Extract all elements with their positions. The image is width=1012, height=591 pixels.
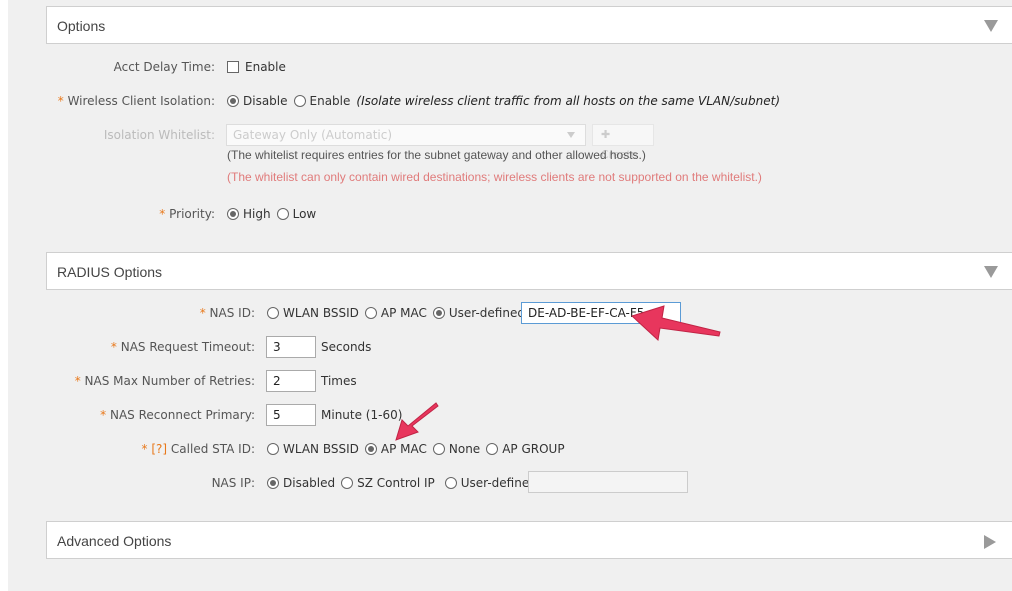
radio-selected-icon[interactable] (227, 208, 239, 220)
nas-retries-label: * NAS Max Number of Retries: (75, 374, 255, 388)
radio-icon[interactable] (293, 95, 306, 107)
client-isolation-hint: (Isolate wireless client traffic from al… (356, 94, 781, 108)
priority-field: High Low (227, 204, 322, 224)
nas-ip-options: Disabled SZ Control IP User-defined: (267, 473, 547, 493)
isolation-whitelist-label: Isolation Whitelist: (103, 128, 215, 142)
isolation-whitelist-select[interactable]: Gateway Only (Automatic) (226, 124, 586, 146)
required-marker: * (100, 408, 107, 422)
required-marker: * (141, 442, 148, 456)
radio-selected-icon[interactable] (364, 443, 377, 455)
client-isolation-label-text: Wireless Client Isolation: (67, 94, 215, 108)
nas-id-options: WLAN BSSID AP MAC User-defined: (267, 303, 535, 323)
required-marker: * (159, 207, 166, 221)
radio-icon[interactable] (364, 307, 377, 319)
option-label: User-defined: (448, 306, 529, 320)
nas-ip-user-defined-option[interactable]: User-defined: (444, 476, 541, 490)
required-marker: * (110, 340, 117, 354)
radio-selected-icon[interactable] (432, 307, 445, 319)
option-label: WLAN BSSID (283, 306, 359, 320)
nas-id-wlan-bssid-option[interactable]: WLAN BSSID (267, 306, 359, 320)
option-label: WLAN BSSID (283, 442, 359, 456)
nas-reconnect-label: * NAS Reconnect Primary: (100, 408, 255, 422)
nas-retries-unit: Times (321, 374, 357, 388)
option-label: None (448, 442, 481, 456)
nas-id-user-defined-option[interactable]: User-defined: (432, 306, 529, 320)
acct-delay-enable-label: Enable (245, 60, 286, 74)
called-sta-label-text: Called STA ID: (170, 442, 255, 456)
client-isolation-enable-option[interactable]: Enable (293, 94, 351, 108)
priority-label: * Priority: (159, 207, 215, 221)
annotation-arrow-icon (395, 402, 439, 441)
priority-low-option[interactable]: Low (276, 207, 317, 221)
option-label: AP MAC (380, 306, 427, 320)
nas-timeout-input[interactable]: 3 (266, 336, 316, 358)
option-label: AP GROUP (502, 442, 565, 456)
option-label: High (243, 207, 271, 221)
radio-selected-icon[interactable] (227, 95, 239, 107)
radio-icon[interactable] (276, 208, 289, 220)
called-sta-label: * [?] Called STA ID: (142, 442, 255, 456)
required-marker: * (74, 374, 81, 388)
client-isolation-field: Disable Enable (Isolate wireless client … (227, 91, 780, 111)
nas-ip-sz-control-option[interactable]: SZ Control IP (341, 476, 435, 490)
nas-id-ap-mac-option[interactable]: AP MAC (364, 306, 427, 320)
option-label: SZ Control IP (357, 476, 435, 490)
radius-panel-title: RADIUS Options (57, 264, 163, 280)
radio-selected-icon[interactable] (267, 477, 279, 489)
help-link[interactable]: [?] (151, 442, 167, 456)
whitelist-note-wired-only: (The whitelist can only contain wired de… (227, 170, 762, 184)
nas-timeout-label: * NAS Request Timeout: (111, 340, 255, 354)
radio-icon[interactable] (444, 477, 457, 489)
expand-triangle-icon[interactable] (984, 535, 996, 549)
radio-icon[interactable] (486, 443, 499, 455)
advanced-panel-header[interactable]: Advanced Options (46, 521, 1012, 559)
nas-retries-input[interactable]: 2 (266, 370, 316, 392)
client-isolation-disable-option[interactable]: Disable (227, 94, 288, 108)
radio-icon[interactable] (267, 443, 279, 455)
select-value: Gateway Only (Automatic) (233, 128, 393, 142)
nas-retries-label-text: NAS Max Number of Retries: (84, 374, 255, 388)
radio-icon[interactable] (267, 307, 279, 319)
nas-id-label-text: NAS ID: (209, 306, 255, 320)
nas-ip-user-defined-input[interactable] (528, 471, 688, 493)
option-label: Disable (243, 94, 288, 108)
required-marker: * (199, 306, 206, 320)
priority-label-text: Priority: (169, 207, 215, 221)
option-label: Disabled (283, 476, 336, 490)
called-sta-ap-group-option[interactable]: AP GROUP (486, 442, 565, 456)
page-background (8, 0, 1012, 591)
nas-ip-label: NAS IP: (211, 476, 255, 490)
nas-reconnect-input[interactable]: 5 (266, 404, 316, 426)
option-label: Low (292, 207, 317, 221)
acct-delay-enable-checkbox[interactable] (227, 61, 239, 73)
annotation-arrow-icon (631, 305, 721, 341)
acct-delay-field: Enable (227, 57, 286, 77)
nas-ip-disabled-option[interactable]: Disabled (267, 476, 335, 490)
radius-panel-header[interactable]: RADIUS Options (46, 252, 1012, 290)
advanced-panel-title: Advanced Options (57, 533, 172, 549)
plus-icon: ✚ (601, 128, 611, 141)
acct-delay-label: Acct Delay Time: (113, 60, 215, 74)
nas-id-label: * NAS ID: (200, 306, 255, 320)
nas-reconnect-label-text: NAS Reconnect Primary: (110, 408, 255, 422)
called-sta-wlan-bssid-option[interactable]: WLAN BSSID (267, 442, 359, 456)
options-panel-title: Options (57, 18, 106, 34)
radio-icon[interactable] (341, 477, 354, 489)
options-panel-header[interactable]: Options (46, 6, 1012, 44)
priority-high-option[interactable]: High (227, 207, 271, 221)
client-isolation-label: * Wireless Client Isolation: (58, 94, 215, 108)
whitelist-note-gateway: (The whitelist requires entries for the … (227, 148, 646, 162)
nas-timeout-label-text: NAS Request Timeout: (120, 340, 255, 354)
dropdown-caret-icon (567, 132, 575, 138)
nas-timeout-unit: Seconds (321, 340, 372, 354)
required-marker: * (57, 94, 64, 108)
collapse-triangle-icon[interactable] (984, 20, 998, 32)
whitelist-create-button[interactable]: ✚ Create (592, 124, 654, 161)
collapse-triangle-icon[interactable] (984, 266, 998, 278)
option-label: Enable (309, 94, 351, 108)
